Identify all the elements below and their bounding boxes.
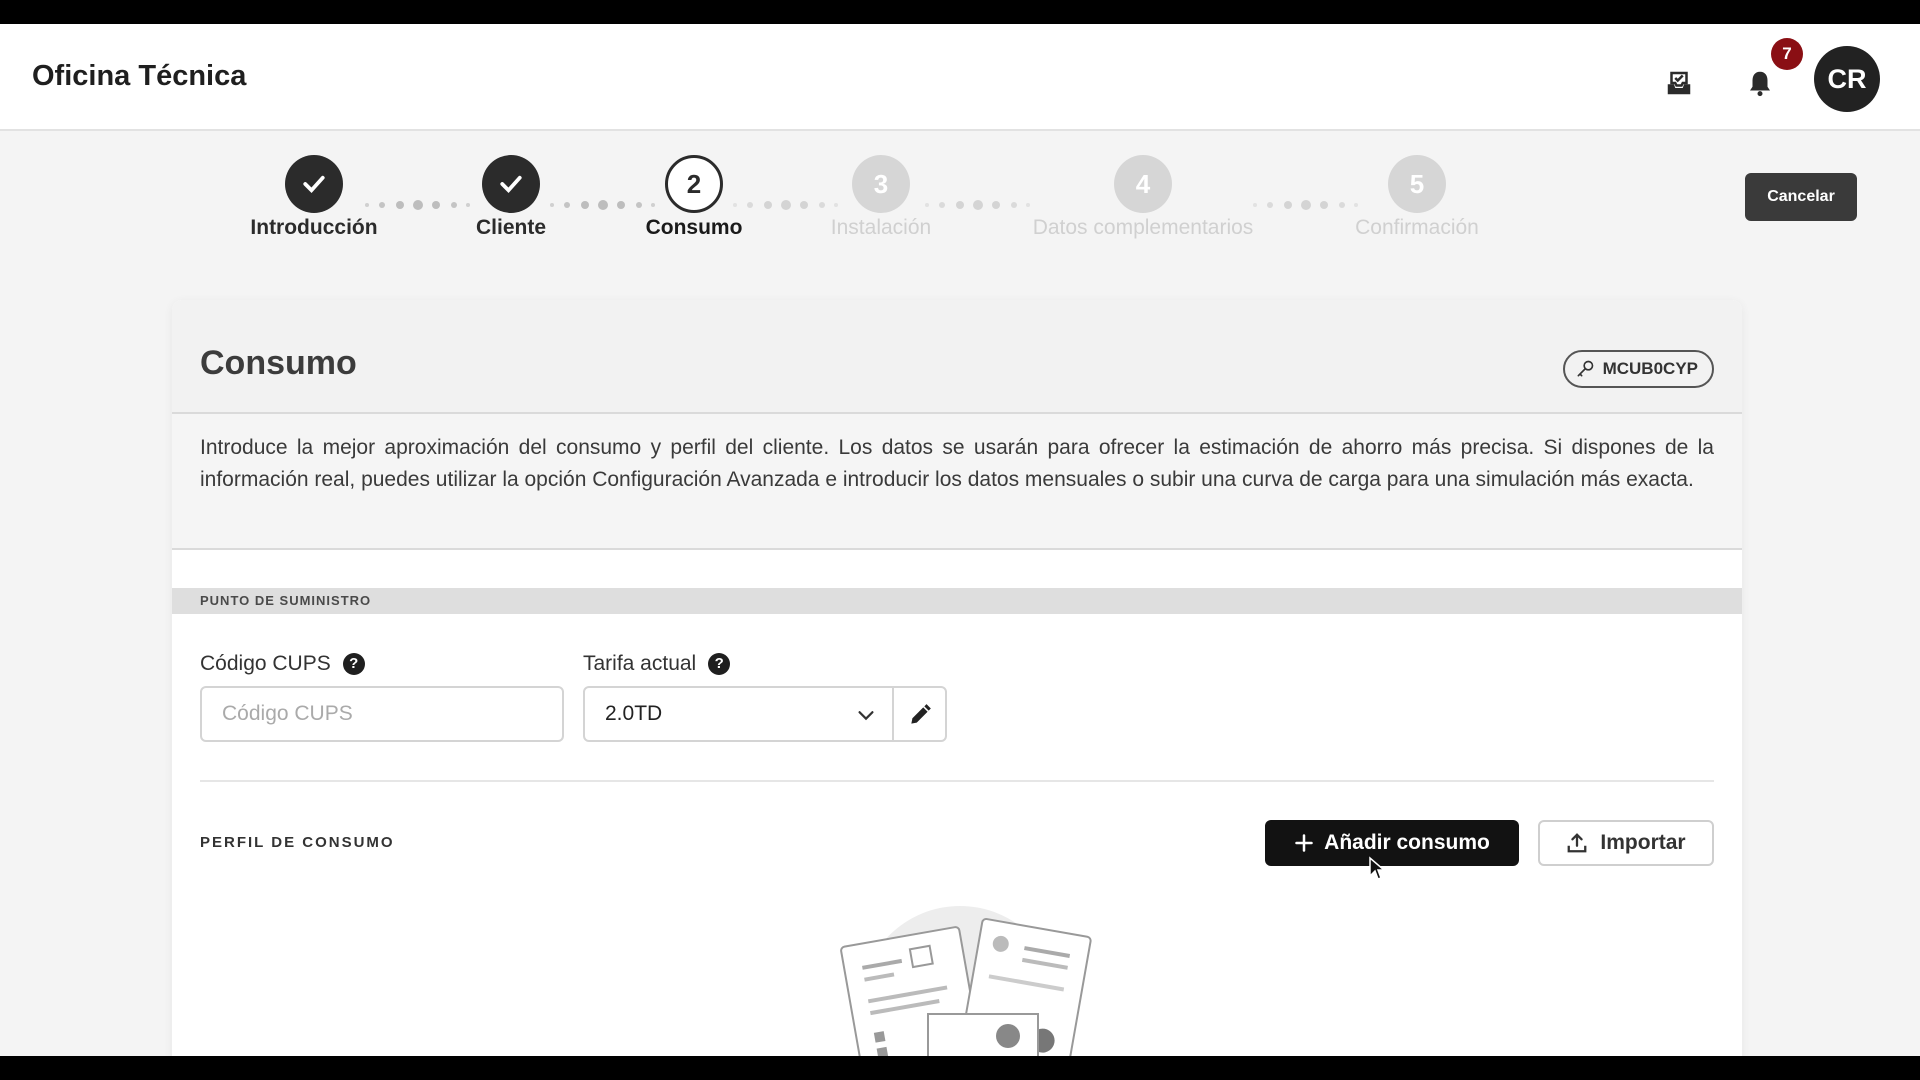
step-datos-label[interactable]: Datos complementarios xyxy=(993,216,1293,240)
documents-illustration xyxy=(840,906,1092,1056)
check-icon xyxy=(500,175,522,193)
plus-icon xyxy=(1295,834,1313,852)
tariff-select[interactable]: 2.0TD xyxy=(583,686,947,742)
cups-label: Código CUPS xyxy=(200,652,331,675)
step-confirmacion-label[interactable]: Confirmación xyxy=(1267,216,1567,240)
cups-input[interactable] xyxy=(200,686,564,742)
step-connector xyxy=(925,200,1030,210)
step-connector xyxy=(733,200,838,210)
app-title: Oficina Técnica xyxy=(32,60,247,92)
key-icon xyxy=(1577,360,1593,377)
inbox-check-icon[interactable] xyxy=(1664,68,1694,98)
help-icon[interactable]: ? xyxy=(342,653,365,675)
tariff-label-row: Tarifa actual ? xyxy=(583,652,731,676)
tariff-value: 2.0TD xyxy=(605,702,663,725)
bell-icon[interactable] xyxy=(1745,68,1775,98)
top-bar: Oficina Técnica 7 CR xyxy=(0,24,1920,131)
step-datos-circle[interactable]: 4 xyxy=(1114,155,1172,213)
app-viewport: Oficina Técnica 7 CR Introducción Client… xyxy=(0,24,1920,1056)
pencil-icon[interactable] xyxy=(907,702,933,728)
select-divider xyxy=(892,688,894,740)
add-consumption-label: Añadir consumo xyxy=(1324,831,1490,854)
upload-icon xyxy=(1568,833,1587,853)
avatar[interactable]: CR xyxy=(1814,46,1880,112)
mouse-cursor-icon xyxy=(1369,856,1386,880)
step-instalacion-circle[interactable]: 3 xyxy=(852,155,910,213)
tariff-label: Tarifa actual xyxy=(583,652,697,675)
add-consumption-button[interactable]: Añadir consumo xyxy=(1265,820,1519,866)
import-label: Importar xyxy=(1600,831,1686,854)
step-cliente-circle[interactable] xyxy=(482,155,540,213)
notification-badge: 7 xyxy=(1771,38,1803,70)
consumo-card: Consumo MCUB0CYP Introduce la mejor apro… xyxy=(172,300,1742,1056)
reference-code: MCUB0CYP xyxy=(1602,359,1698,378)
cups-label-row: Código CUPS ? xyxy=(200,652,365,676)
step-introduccion-circle[interactable] xyxy=(285,155,343,213)
step-connector xyxy=(550,200,655,210)
card-header: Consumo MCUB0CYP xyxy=(172,300,1742,414)
card-title: Consumo xyxy=(200,344,357,382)
step-instalacion-label[interactable]: Instalación xyxy=(731,216,1031,240)
chevron-down-icon xyxy=(858,711,874,721)
step-confirmacion-circle[interactable]: 5 xyxy=(1388,155,1446,213)
help-icon[interactable]: ? xyxy=(708,653,731,675)
reference-code-chip[interactable]: MCUB0CYP xyxy=(1562,350,1714,388)
step-connector xyxy=(365,200,470,210)
step-consumo-circle[interactable]: 2 xyxy=(665,155,723,213)
card-description: Introduce la mejor aproximación del cons… xyxy=(172,414,1742,550)
profile-title: PERFIL DE CONSUMO xyxy=(200,834,395,851)
section-divider xyxy=(200,780,1714,782)
check-icon xyxy=(303,175,325,193)
import-button[interactable]: Importar xyxy=(1538,820,1714,866)
section-title: PUNTO DE SUMINISTRO xyxy=(172,588,1742,614)
step-connector xyxy=(1253,200,1358,210)
cancel-button[interactable]: Cancelar xyxy=(1745,173,1857,221)
